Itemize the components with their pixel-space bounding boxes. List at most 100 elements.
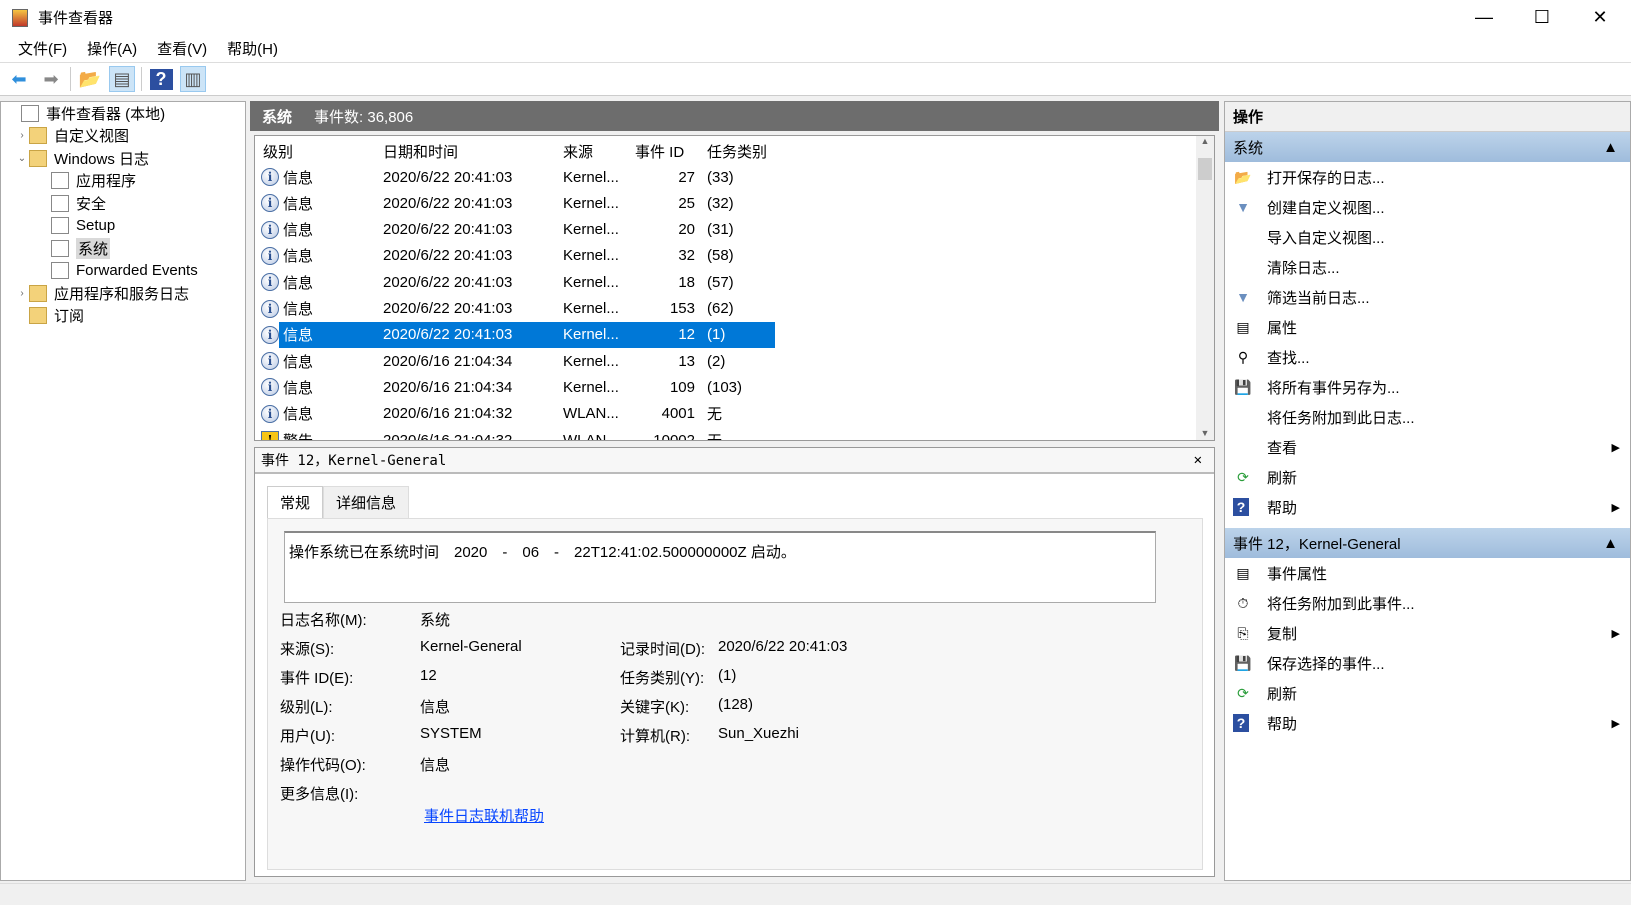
cell-event-id: 10002 xyxy=(653,431,695,441)
action-label: 将所有事件另存为... xyxy=(1267,379,1400,397)
action-item[interactable]: ▤ 事件属性 xyxy=(1225,558,1630,588)
tab-details[interactable]: 详细信息 xyxy=(323,486,410,518)
tree-node[interactable]: 安全 xyxy=(1,192,245,215)
forward-arrow-button[interactable]: ➡ xyxy=(38,66,64,92)
action-item[interactable]: 清除日志... xyxy=(1225,252,1630,282)
tree-node[interactable]: › 自定义视图 xyxy=(1,125,245,148)
event-row[interactable]: i 信息 2020/6/22 20:41:03 Kernel... 27 (33) xyxy=(255,164,775,190)
event-row[interactable]: i 信息 2020/6/22 20:41:03 Kernel... 12 (1) xyxy=(255,321,775,348)
tree-node[interactable]: Forwarded Events xyxy=(1,260,245,283)
cell-datetime: 2020/6/22 20:41:03 xyxy=(383,247,513,265)
menu-item-3[interactable]: 帮助(H) xyxy=(217,38,288,59)
action-label: 创建自定义视图... xyxy=(1267,199,1385,217)
maximize-button[interactable]: ☐ xyxy=(1513,0,1571,35)
collapse-icon[interactable]: ▲ xyxy=(1603,535,1618,552)
menu-item-1[interactable]: 操作(A) xyxy=(77,38,147,59)
close-detail-icon[interactable]: ✕ xyxy=(1194,452,1202,468)
column-header[interactable]: 事件 ID xyxy=(635,141,684,162)
action-item[interactable]: 导入自定义视图... xyxy=(1225,222,1630,252)
tree-node[interactable]: 系统 xyxy=(1,237,245,260)
field-label: 计算机(R): xyxy=(620,728,690,745)
folder-icon xyxy=(29,284,47,302)
action-item[interactable]: 查看 ▶ xyxy=(1225,432,1630,462)
console-tree: 事件查看器 (本地) › 自定义视图 ⌄ Windows 日志应用程序 安全 Setup 系统… xyxy=(0,101,246,881)
tab-general[interactable]: 常规 xyxy=(267,486,324,518)
show-hide-action-pane-button[interactable]: ▥ xyxy=(180,66,206,92)
expand-arrow-icon[interactable]: ⌄ xyxy=(15,153,29,164)
scroll-down-icon[interactable]: ▼ xyxy=(1196,428,1214,438)
event-log-online-help-link[interactable]: 事件日志联机帮助 xyxy=(424,805,544,826)
event-row[interactable]: i 信息 2020/6/22 20:41:03 Kernel... 32 (58) xyxy=(255,243,775,269)
column-header[interactable]: 来源 xyxy=(563,141,593,162)
event-row[interactable]: i 信息 2020/6/16 21:04:34 Kernel... 13 (2) xyxy=(255,348,775,374)
cell-level: 信息 xyxy=(283,406,314,424)
action-item[interactable]: 将任务附加到此日志... xyxy=(1225,402,1630,432)
action-section-header[interactable]: 系统 ▲ xyxy=(1225,132,1630,162)
field-value: 2020/6/22 20:41:03 xyxy=(718,638,848,655)
task-icon: ⏱ xyxy=(1237,594,1249,611)
expand-arrow-icon[interactable]: › xyxy=(15,288,29,299)
event-list: 级别 日期和时间 来源 事件 ID 任务类别 i 信息 2020/6/22 20:41:03 K… xyxy=(254,135,1215,441)
field-label: 任务类别(Y): xyxy=(620,670,705,687)
event-list-scrollbar[interactable]: ▲ ▼ xyxy=(1196,136,1214,440)
tree-node-label: Windows 日志 xyxy=(54,150,150,168)
action-item[interactable]: ⚲ 查找... xyxy=(1225,342,1630,372)
info-icon: i xyxy=(261,220,279,239)
log-icon xyxy=(51,172,69,190)
action-item[interactable]: 📂 打开保存的日志... xyxy=(1225,162,1630,192)
action-item[interactable]: ▤ 属性 xyxy=(1225,312,1630,342)
cell-source: Kernel... xyxy=(563,378,619,396)
column-header[interactable]: 级别 xyxy=(263,141,293,162)
tree-node[interactable]: › 应用程序和服务日志 xyxy=(1,282,245,305)
info-icon: i xyxy=(261,246,279,265)
action-item[interactable]: ▼ 创建自定义视图... xyxy=(1225,192,1630,222)
tree-node[interactable]: 订阅 xyxy=(1,305,245,328)
submenu-arrow-icon: ▶ xyxy=(1611,627,1620,640)
cell-datetime: 2020/6/22 20:41:03 xyxy=(383,326,513,344)
column-header[interactable]: 日期和时间 xyxy=(383,141,458,162)
action-item[interactable]: ⎘ 复制 ▶ xyxy=(1225,618,1630,648)
open-folder-button[interactable]: 📂 xyxy=(77,66,103,92)
cell-source: Kernel... xyxy=(563,194,619,212)
menu-item-2[interactable]: 查看(V) xyxy=(147,38,217,59)
action-item[interactable]: 💾 保存选择的事件... xyxy=(1225,648,1630,678)
action-item[interactable]: ▼ 筛选当前日志... xyxy=(1225,282,1630,312)
action-item[interactable]: ? 帮助 ▶ xyxy=(1225,492,1630,522)
event-row[interactable]: i 信息 2020/6/16 21:04:32 WLAN... 4001 无 xyxy=(255,401,775,427)
expand-arrow-icon[interactable]: › xyxy=(15,130,29,141)
action-section-header[interactable]: 事件 12，Kernel-General ▲ xyxy=(1225,528,1630,558)
help-button[interactable]: ? xyxy=(148,66,174,92)
action-item[interactable]: ⟳ 刷新 xyxy=(1225,462,1630,492)
menu-item-0[interactable]: 文件(F) xyxy=(8,38,77,59)
field-label: 来源(S): xyxy=(280,641,335,658)
back-arrow-button[interactable]: ⬅ xyxy=(6,66,32,92)
cell-level: 信息 xyxy=(283,222,314,240)
close-button[interactable]: ✕ xyxy=(1571,0,1629,35)
field-value: 12 xyxy=(420,667,437,684)
cell-datetime: 2020/6/22 20:41:03 xyxy=(383,168,513,186)
action-item[interactable]: ⏱ 将任务附加到此事件... xyxy=(1225,588,1630,618)
scroll-thumb[interactable] xyxy=(1198,158,1212,180)
event-row[interactable]: i 信息 2020/6/22 20:41:03 Kernel... 18 (57) xyxy=(255,269,775,295)
column-header[interactable]: 任务类别 xyxy=(707,141,767,162)
blank-icon xyxy=(1233,438,1253,456)
scroll-up-icon[interactable]: ▲ xyxy=(1196,136,1214,146)
event-row[interactable]: i 信息 2020/6/22 20:41:03 Kernel... 153 (62) xyxy=(255,296,775,322)
cell-level: 信息 xyxy=(283,195,314,213)
action-item[interactable]: 💾 将所有事件另存为... xyxy=(1225,372,1630,402)
tree-node[interactable]: ⌄ Windows 日志 xyxy=(1,147,245,170)
collapse-icon[interactable]: ▲ xyxy=(1603,139,1618,156)
tree-node[interactable]: 应用程序 xyxy=(1,170,245,193)
event-row[interactable]: i 信息 2020/6/22 20:41:03 Kernel... 25 (32) xyxy=(255,190,775,216)
show-hide-console-tree-button[interactable]: ▤ xyxy=(109,66,135,92)
event-row[interactable]: ! 警告 2020/6/16 21:04:32 WLAN... 10002 无 xyxy=(255,427,775,441)
tree-node[interactable]: Setup xyxy=(1,215,245,238)
minimize-button[interactable]: — xyxy=(1455,0,1513,35)
save-icon: 💾 xyxy=(1234,378,1252,395)
event-row[interactable]: i 信息 2020/6/22 20:41:03 Kernel... 20 (31) xyxy=(255,217,775,243)
action-item[interactable]: ⟳ 刷新 xyxy=(1225,678,1630,708)
field-value: 信息 xyxy=(420,699,451,716)
tree-node[interactable]: 事件查看器 (本地) xyxy=(1,102,245,125)
action-item[interactable]: ? 帮助 ▶ xyxy=(1225,708,1630,738)
event-row[interactable]: i 信息 2020/6/16 21:04:34 Kernel... 109 (103) xyxy=(255,374,775,400)
